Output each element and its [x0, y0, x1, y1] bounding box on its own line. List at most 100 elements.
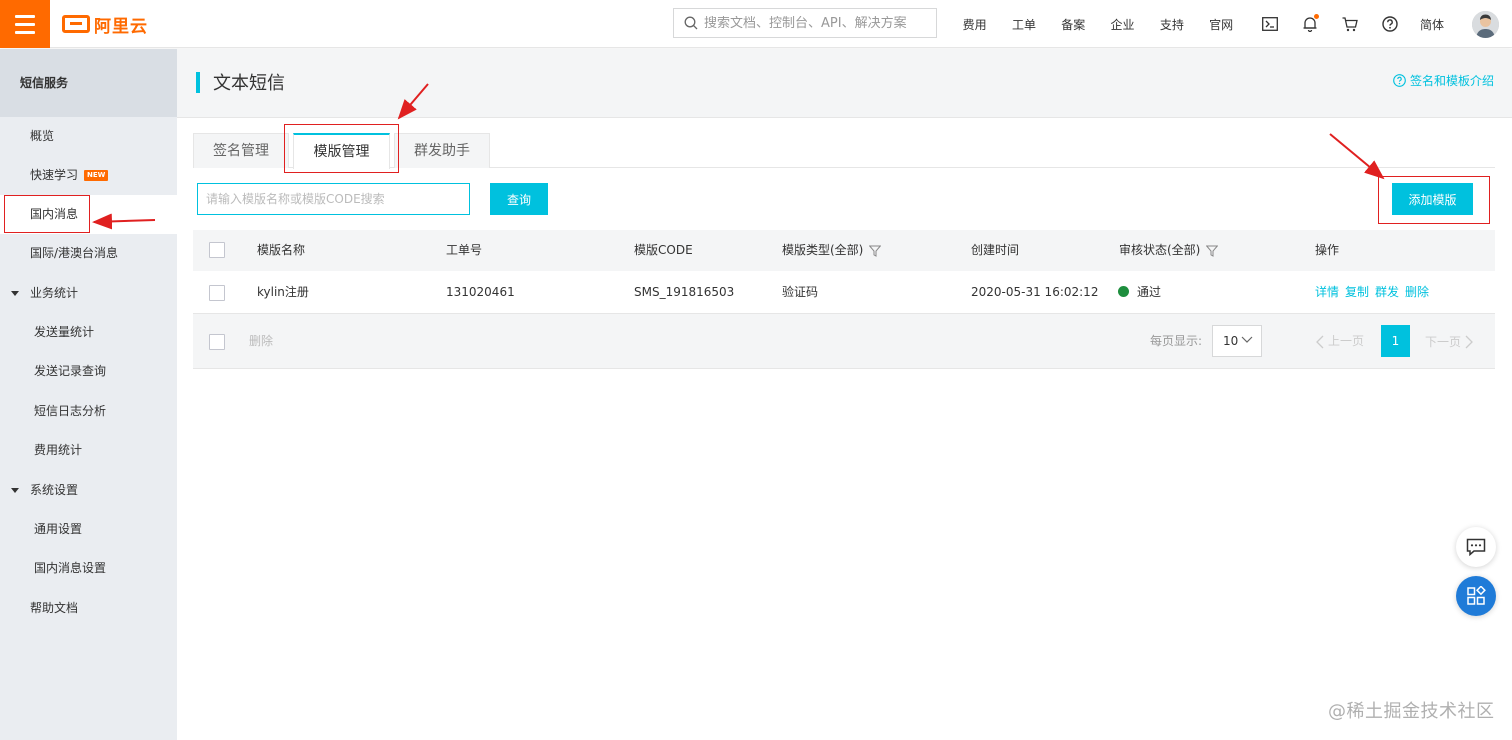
sidebar-item-label: 通用设置: [34, 522, 83, 536]
nav-support[interactable]: 支持: [1147, 16, 1196, 33]
terminal-icon[interactable]: [1250, 0, 1290, 48]
template-search-input[interactable]: [197, 183, 470, 215]
column-header-created: 创建时间: [971, 243, 1020, 257]
column-header-code: 模版CODE: [634, 243, 693, 257]
sidebar-item-label: 快速学习: [30, 168, 79, 182]
signature-template-help-link[interactable]: 签名和模板介绍: [1393, 72, 1494, 89]
watermark: @稀土掘金技术社区: [1328, 701, 1495, 722]
prev-page-label: 上一页: [1328, 334, 1365, 348]
sidebar-item-label: 国际/港澳台消息: [30, 246, 119, 260]
next-page-button[interactable]: 下一页: [1425, 314, 1474, 369]
sidebar-item-help-docs[interactable]: 帮助文档: [0, 589, 177, 628]
language-switch[interactable]: 简体: [1420, 16, 1444, 33]
tab-bar: 签名管理 模版管理 群发助手: [193, 133, 1495, 169]
top-bar: 阿里云 费用 工单 备案 企业 支持 官网 简体: [0, 0, 1512, 48]
sidebar-item-label: 帮助文档: [30, 601, 79, 615]
detail-link[interactable]: 详情: [1315, 285, 1339, 299]
column-header-status: 审核状态(全部): [1119, 243, 1201, 257]
help-icon[interactable]: [1370, 0, 1410, 48]
tab-bulk-send[interactable]: 群发助手: [394, 133, 490, 168]
sidebar-item-quick-learn[interactable]: 快速学习 NEW: [0, 156, 177, 195]
sidebar-item-domestic-settings[interactable]: 国内消息设置: [0, 549, 177, 588]
tab-signature[interactable]: 签名管理: [193, 133, 289, 168]
per-page-select[interactable]: 10: [1212, 325, 1262, 357]
query-button[interactable]: 查询: [490, 183, 548, 215]
status-label: 通过: [1137, 285, 1162, 299]
nav-enterprise[interactable]: 企业: [1098, 16, 1147, 33]
table-footer: 删除 每页显示: 10 上一页 1 下一页: [193, 314, 1495, 369]
sidebar-item-label: 业务统计: [30, 286, 79, 300]
search-icon: [684, 16, 698, 30]
sidebar-item-fee-stats[interactable]: 费用统计: [0, 431, 177, 470]
chat-float-button[interactable]: [1456, 527, 1496, 567]
select-all-checkbox[interactable]: [209, 242, 225, 258]
sidebar-item-label: 费用统计: [34, 443, 83, 457]
logo-text: 阿里云: [94, 16, 148, 37]
sidebar-item-log-analysis[interactable]: 短信日志分析: [0, 392, 177, 431]
page-number-current[interactable]: 1: [1381, 325, 1410, 357]
table-header: 模版名称 工单号 模版CODE 模版类型(全部) 创建时间 审核状态(全部) 操…: [193, 230, 1495, 271]
row-checkbox[interactable]: [209, 285, 225, 301]
batch-delete-button[interactable]: 删除: [249, 314, 273, 369]
per-page-label: 每页显示:: [1150, 334, 1203, 348]
sidebar-item-international[interactable]: 国际/港澳台消息: [0, 234, 177, 273]
chevron-down-icon: [1241, 336, 1253, 343]
sidebar-header: 短信服务: [0, 49, 177, 117]
title-accent-bar: [196, 72, 200, 93]
caret-down-icon: [11, 291, 19, 296]
filter-icon[interactable]: [1206, 245, 1219, 257]
cell-ticket: 131020461: [446, 285, 515, 299]
page-title: 文本短信: [213, 73, 285, 94]
tab-template[interactable]: 模版管理: [293, 133, 390, 169]
user-avatar[interactable]: [1472, 11, 1499, 38]
cart-icon[interactable]: [1330, 0, 1370, 48]
apps-float-button[interactable]: [1456, 576, 1496, 616]
nav-fees[interactable]: 费用: [950, 16, 999, 33]
apps-icon: [1467, 586, 1486, 605]
delete-link[interactable]: 删除: [1405, 285, 1429, 299]
sidebar-item-label: 国内消息设置: [34, 561, 107, 575]
column-header-type-filter[interactable]: 模版类型(全部): [782, 230, 882, 271]
aliyun-logo[interactable]: 阿里云: [62, 13, 148, 37]
cell-code: SMS_191816503: [634, 285, 735, 299]
table-row: kylin注册 131020461 SMS_191816503 验证码 2020…: [193, 271, 1495, 314]
copy-link[interactable]: 复制: [1345, 285, 1369, 299]
column-header-name: 模版名称: [257, 243, 306, 257]
nav-tickets[interactable]: 工单: [999, 16, 1048, 33]
sidebar-group-system-settings[interactable]: 系统设置: [0, 471, 177, 510]
footer-select-all-checkbox[interactable]: [209, 334, 225, 350]
sidebar-item-domestic[interactable]: 国内消息: [0, 195, 177, 234]
nav-website[interactable]: 官网: [1196, 16, 1245, 33]
sidebar-group-business-stats[interactable]: 业务统计: [0, 274, 177, 313]
caret-down-icon: [11, 488, 19, 493]
sidebar-item-send-records[interactable]: 发送记录查询: [0, 352, 177, 391]
column-header-status-filter[interactable]: 审核状态(全部): [1119, 230, 1219, 271]
nav-filing[interactable]: 备案: [1049, 16, 1098, 33]
top-nav: 费用 工单 备案 企业 支持 官网: [950, 0, 1246, 48]
global-search[interactable]: [673, 8, 937, 38]
sidebar-item-general-settings[interactable]: 通用设置: [0, 510, 177, 549]
logo-mark-icon: [62, 15, 90, 33]
prev-page-button[interactable]: 上一页: [1315, 314, 1364, 369]
chevron-left-icon: [1316, 335, 1324, 348]
global-search-input[interactable]: [704, 15, 929, 31]
chevron-right-icon: [1465, 335, 1473, 348]
help-link-label: 签名和模板介绍: [1409, 74, 1494, 88]
column-header-ticket: 工单号: [446, 243, 483, 257]
bell-icon[interactable]: [1290, 0, 1330, 48]
bulk-send-link[interactable]: 群发: [1375, 285, 1399, 299]
cell-type: 验证码: [782, 285, 819, 299]
cell-template-name: kylin注册: [257, 285, 309, 299]
sidebar-item-label: 国内消息: [30, 207, 79, 221]
add-template-button[interactable]: 添加模版: [1392, 183, 1473, 215]
sidebar-item-send-stats[interactable]: 发送量统计: [0, 313, 177, 352]
top-icon-group: [1250, 0, 1410, 48]
cell-status: 通过: [1118, 271, 1161, 314]
per-page-value: 10: [1223, 334, 1239, 348]
sidebar-item-overview[interactable]: 概览: [0, 117, 177, 156]
question-circle-icon: [1393, 74, 1406, 87]
sidebar-item-label: 发送记录查询: [34, 364, 107, 378]
filter-icon[interactable]: [869, 245, 882, 257]
status-success-icon: [1118, 286, 1129, 297]
menu-icon[interactable]: [0, 0, 50, 48]
